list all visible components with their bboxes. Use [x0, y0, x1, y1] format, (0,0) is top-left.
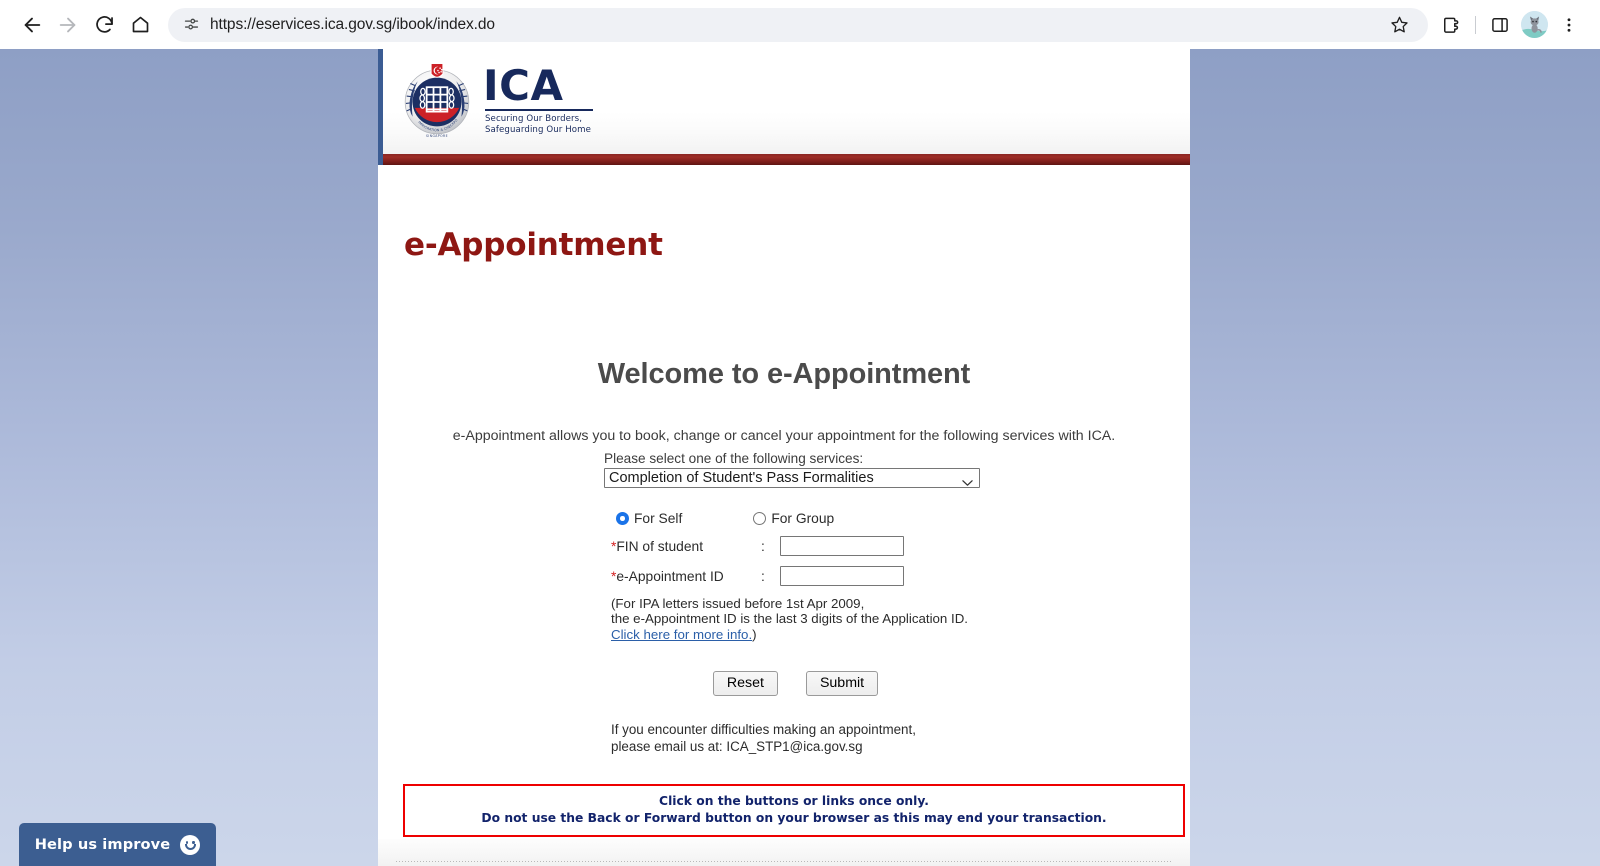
- service-select-wrapper: Completion of Student's Pass Formalities: [604, 468, 980, 488]
- warning-line1: Click on the buttons or links once only.: [659, 794, 929, 809]
- contact-note-line2: please email us at: ICA_STP1@ica.gov.sg: [611, 738, 863, 754]
- warning-banner: Click on the buttons or links once only.…: [403, 784, 1185, 837]
- site-header: IMMIGRATION & CHECKPOINTS AUTHORITY SING…: [378, 49, 1190, 154]
- footer-dotted-rule: [396, 861, 1172, 862]
- eappt-id-field-label: *e-Appointment ID: [611, 569, 761, 584]
- page-title: e-Appointment: [404, 227, 663, 263]
- welcome-heading: Welcome to e-Appointment: [597, 358, 971, 390]
- radio-for-self-label: For Self: [634, 511, 683, 526]
- radio-for-group-label: For Group: [771, 511, 835, 526]
- chrome-menu-icon[interactable]: [1552, 8, 1586, 42]
- eappt-id-label-text: e-Appointment ID: [616, 568, 724, 584]
- radio-for-group[interactable]: For Group: [753, 511, 834, 526]
- help-us-improve-label: Help us improve: [34, 836, 171, 853]
- profile-avatar[interactable]: [1521, 11, 1548, 38]
- ica-tagline-line2: Safeguarding Our Home: [485, 125, 592, 136]
- contact-note: If you encounter difficulties making an …: [604, 722, 980, 755]
- more-info-link[interactable]: Click here for more info.: [611, 627, 752, 642]
- ica-logo: IMMIGRATION & CHECKPOINTS AUTHORITY SING…: [400, 61, 594, 142]
- ipa-note-line3: Click here for more info.): [611, 627, 980, 642]
- ipa-note-close-paren: ): [752, 626, 757, 642]
- svg-text:SINGAPORE: SINGAPORE: [426, 133, 448, 137]
- field-row-eappt-id: *e-Appointment ID :: [604, 566, 980, 586]
- appointment-form: Please select one of the following servi…: [604, 451, 980, 755]
- eappointment-id-input[interactable]: [780, 566, 904, 586]
- ica-wordmark-rule: [485, 109, 594, 111]
- ica-tagline: Securing Our Borders, Safeguarding Our H…: [485, 114, 591, 137]
- smiley-icon: [180, 834, 201, 855]
- ica-letters: ICA: [483, 61, 564, 111]
- ipa-note: (For IPA letters issued before 1st Apr 2…: [604, 596, 980, 642]
- reset-button[interactable]: Reset: [712, 671, 778, 697]
- reload-button[interactable]: [86, 7, 122, 43]
- ica-wordmark: ICA Securing Our Borders, Safeguarding O…: [483, 61, 594, 137]
- service-select-label: Please select one of the following servi…: [604, 451, 864, 466]
- site-main: e-Appointment Welcome to e-Appointment e…: [378, 168, 1190, 866]
- fin-field-label: *FIN of student: [611, 539, 761, 554]
- site-content-frame: IMMIGRATION & CHECKPOINTS AUTHORITY SING…: [378, 49, 1190, 866]
- browser-toolbar: https://eservices.ica.gov.sg/ibook/index…: [0, 0, 1600, 49]
- extensions-icon[interactable]: [1434, 8, 1468, 42]
- eappt-id-colon: :: [761, 568, 765, 584]
- fin-of-student-input[interactable]: [780, 536, 904, 556]
- ica-tagline-line1: Securing Our Borders,: [485, 113, 583, 124]
- ipa-note-line2: the e-Appointment ID is the last 3 digit…: [611, 611, 968, 627]
- forward-button[interactable]: [50, 7, 86, 43]
- intro-text: e-Appointment allows you to book, change…: [452, 428, 1116, 444]
- service-select[interactable]: Completion of Student's Pass Formalities: [604, 468, 980, 488]
- url-text: https://eservices.ica.gov.sg/ibook/index…: [210, 15, 495, 33]
- form-buttons: Reset Submit: [604, 671, 980, 697]
- side-panel-icon[interactable]: [1483, 8, 1517, 42]
- field-row-fin: *FIN of student :: [604, 536, 980, 556]
- back-button[interactable]: [14, 7, 50, 43]
- fin-label-text: FIN of student: [616, 538, 704, 554]
- home-button[interactable]: [122, 7, 158, 43]
- contact-note-line1: If you encounter difficulties making an …: [611, 722, 916, 738]
- help-us-improve-button[interactable]: Help us improve: [19, 823, 216, 866]
- radio-for-self-dot[interactable]: [616, 512, 629, 525]
- ipa-note-line1: (For IPA letters issued before 1st Apr 2…: [611, 596, 865, 611]
- site-footer: [378, 838, 1190, 866]
- toolbar-divider: [1475, 15, 1476, 34]
- submit-button[interactable]: Submit: [805, 671, 879, 697]
- bookmark-star-icon[interactable]: [1384, 10, 1414, 40]
- ica-crest-icon: IMMIGRATION & CHECKPOINTS AUTHORITY SING…: [400, 62, 470, 137]
- radio-for-group-dot[interactable]: [753, 512, 767, 525]
- radio-for-self[interactable]: For Self: [616, 511, 682, 526]
- warning-line2: Do not use the Back or Forward button on…: [481, 811, 1107, 826]
- header-red-divider: [378, 154, 1190, 165]
- address-bar[interactable]: https://eservices.ica.gov.sg/ibook/index…: [168, 7, 1428, 42]
- fin-colon: :: [761, 538, 765, 554]
- booking-type-radio-group: For Self For Group: [604, 511, 980, 526]
- site-info-icon[interactable]: [180, 14, 202, 36]
- page-viewport: IMMIGRATION & CHECKPOINTS AUTHORITY SING…: [0, 49, 1600, 866]
